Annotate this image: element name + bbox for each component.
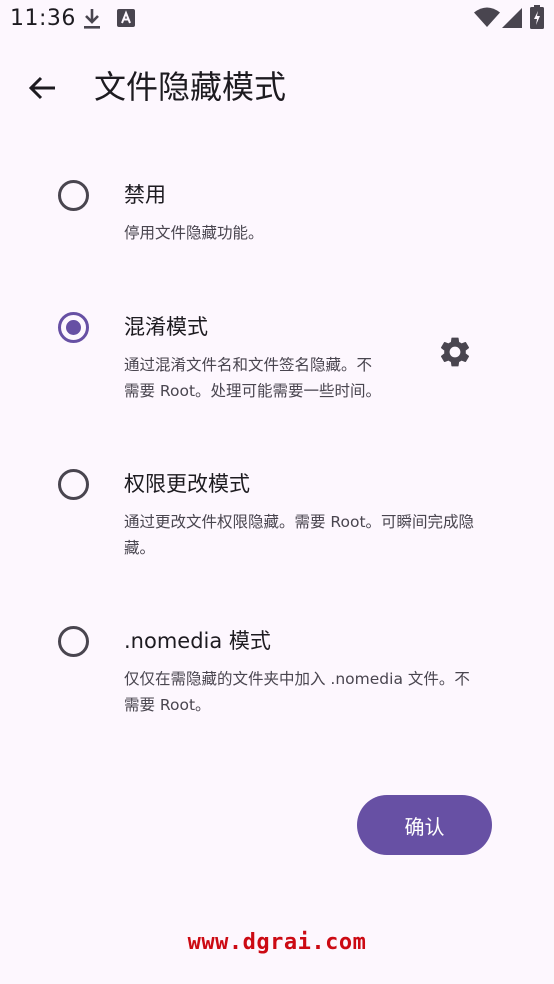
- battery-icon: [530, 5, 544, 29]
- option-nomedia[interactable]: .nomedia 模式 仅仅在需隐藏的文件夹中加入 .nomedia 文件。不 …: [0, 616, 554, 726]
- radio-button-obfuscation[interactable]: [58, 312, 89, 343]
- option-title: 权限更改模式: [124, 472, 250, 496]
- option-description: 通过混淆文件名和文件签名隐藏。不 需要 Root。处理可能需要一些时间。: [124, 356, 382, 400]
- option-description: 停用文件隐藏功能。: [124, 224, 264, 242]
- option-title: .nomedia 模式: [124, 629, 271, 653]
- gear-icon[interactable]: [437, 334, 473, 370]
- download-icon: [84, 9, 100, 29]
- font-a-icon: [117, 9, 135, 27]
- option-description: 仅仅在需隐藏的文件夹中加入 .nomedia 文件。不 需要 Root。: [124, 670, 470, 714]
- signal-icon: [502, 8, 522, 28]
- radio-button-permission-change[interactable]: [58, 469, 89, 500]
- option-permission-change[interactable]: 权限更改模式 通过更改文件权限隐藏。需要 Root。可瞬间完成隐 藏。: [0, 459, 554, 569]
- watermark-text: www.dgrai.com: [187, 930, 367, 955]
- option-title: 禁用: [124, 183, 166, 207]
- option-disabled[interactable]: 禁用 停用文件隐藏功能。: [0, 170, 554, 260]
- status-time: 11:36: [10, 6, 76, 31]
- radio-selected-dot: [66, 320, 81, 335]
- radio-button-disabled[interactable]: [58, 180, 89, 211]
- status-bar: 11:36: [0, 0, 554, 38]
- radio-button-nomedia[interactable]: [58, 626, 89, 657]
- confirm-button[interactable]: 确认: [357, 795, 492, 855]
- top-app-bar: 文件隐藏模式: [0, 50, 554, 126]
- option-title: 混淆模式: [124, 315, 208, 339]
- option-description: 通过更改文件权限隐藏。需要 Root。可瞬间完成隐 藏。: [124, 513, 475, 557]
- wifi-icon: [474, 7, 500, 27]
- page-title: 文件隐藏模式: [94, 68, 287, 106]
- arrow-back-icon: [28, 76, 55, 100]
- back-button[interactable]: [20, 66, 66, 110]
